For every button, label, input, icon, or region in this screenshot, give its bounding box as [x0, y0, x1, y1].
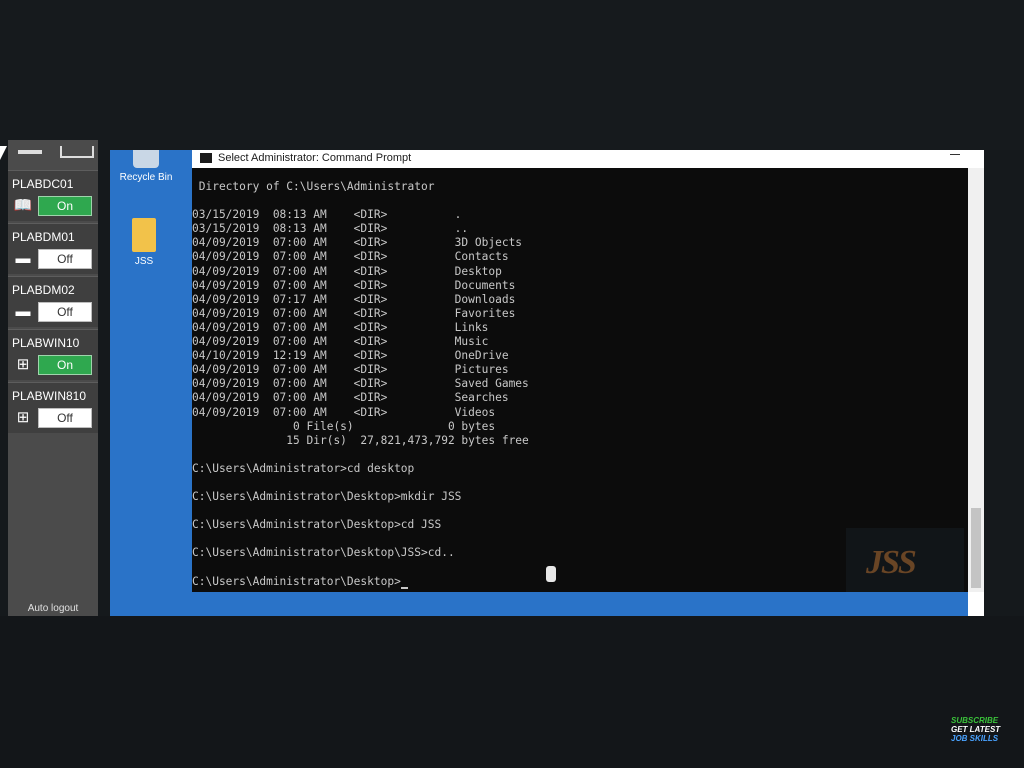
- vm-name: PLABWIN810: [12, 389, 87, 403]
- subscribe-badge[interactable]: SUBSCRIBE GET LATEST JOB SKILLS: [951, 716, 1000, 743]
- power-toggle-button[interactable]: On: [38, 355, 92, 375]
- console-line: 15 Dir(s) 27,821,473,792 bytes free: [192, 433, 529, 447]
- window-edge: [968, 592, 984, 616]
- video-frame-bottom: [0, 616, 1024, 768]
- vm-name: PLABDM02: [12, 283, 75, 297]
- console-line: 04/10/2019 12:19 AM <DIR> OneDrive: [192, 349, 509, 363]
- vm-name: PLABDM01: [12, 230, 75, 244]
- vm-item-plabdm02[interactable]: PLABDM02 ▬ Off: [8, 276, 98, 327]
- minimize-icon[interactable]: [18, 150, 42, 154]
- vm-panel: PLABDC01 📖 On PLABDM01 ▬ Off PLABDM02 ▬ Off PLABW…: [8, 140, 98, 616]
- console-line: Directory of C:\Users\Administrator: [192, 180, 435, 193]
- keyboard-icon[interactable]: [60, 146, 94, 158]
- console-line: 04/09/2019 07:00 AM <DIR> Links: [192, 320, 489, 334]
- folder-icon: [132, 218, 156, 252]
- subscribe-line3: JOB SKILLS: [951, 734, 999, 743]
- hand-cursor-icon: [546, 566, 556, 582]
- vm-name: PLABWIN10: [12, 336, 80, 350]
- console-line: 04/09/2019 07:00 AM <DIR> Contacts: [192, 250, 509, 264]
- scrollbar-thumb[interactable]: [971, 508, 981, 588]
- console-line: 03/15/2019 08:13 AM <DIR> .: [192, 208, 462, 222]
- minimize-icon[interactable]: [950, 154, 960, 155]
- console-line: 04/09/2019 07:17 AM <DIR> Downloads: [192, 292, 516, 306]
- console-line: 04/09/2019 07:00 AM <DIR> Favorites: [192, 306, 516, 320]
- cmd-titlebar[interactable]: Select Administrator: Command Prompt: [192, 150, 984, 168]
- vm-item-plabdm01[interactable]: PLABDM01 ▬ Off: [8, 223, 98, 274]
- recycle-bin-label: Recycle Bin: [119, 172, 173, 183]
- command-prompt-window[interactable]: Select Administrator: Command Prompt Dir…: [192, 150, 984, 616]
- text-cursor: [400, 586, 408, 589]
- jss-folder-shortcut[interactable]: JSS: [124, 218, 164, 267]
- recycle-bin-icon: [133, 150, 159, 168]
- console-line: 04/09/2019 07:00 AM <DIR> Desktop: [192, 264, 502, 278]
- taskbar-strip: [192, 592, 984, 616]
- console-line: 04/09/2019 07:00 AM <DIR> Videos: [192, 405, 496, 419]
- cmd-icon: [200, 153, 212, 163]
- console-line: 04/09/2019 07:00 AM <DIR> Pictures: [192, 363, 509, 377]
- console-line: C:\Users\Administrator\Desktop>mkdir JSS: [192, 490, 462, 504]
- vm-item-plabdc01[interactable]: PLABDC01 📖 On: [8, 170, 98, 221]
- console-line: 04/09/2019 07:00 AM <DIR> Saved Games: [192, 377, 529, 391]
- auto-logout-label[interactable]: Auto logout: [8, 603, 98, 614]
- prompt-text: C:\Users\Administrator\Desktop>: [192, 574, 401, 588]
- console-line: 04/09/2019 07:00 AM <DIR> Searches: [192, 391, 509, 405]
- vm-panel-toolbar: [8, 140, 98, 170]
- windows-icon: ⊞: [16, 356, 30, 373]
- console-line: C:\Users\Administrator>cd desktop: [192, 461, 415, 475]
- console-line: 04/09/2019 07:00 AM <DIR> 3D Objects: [192, 236, 523, 250]
- subscribe-line2: GET LATEST: [951, 725, 1001, 734]
- vm-item-plabwin10[interactable]: PLABWIN10 ⊞ On: [8, 329, 98, 380]
- watermark-logo: JSS: [846, 528, 964, 592]
- subscribe-line1: SUBSCRIBE: [951, 716, 999, 725]
- cmd-scrollbar[interactable]: [968, 168, 984, 592]
- power-toggle-button[interactable]: Off: [38, 249, 92, 269]
- drive-icon: ▬: [15, 303, 31, 320]
- video-frame-top: [0, 0, 1024, 150]
- console-line: 0 File(s) 0 bytes: [192, 419, 496, 433]
- windows-icon: ⊞: [16, 409, 30, 426]
- console-line: 03/15/2019 08:13 AM <DIR> ..: [192, 222, 469, 236]
- power-toggle-button[interactable]: Off: [38, 302, 92, 322]
- cmd-title: Select Administrator: Command Prompt: [218, 152, 412, 164]
- console-line: 04/09/2019 07:00 AM <DIR> Music: [192, 335, 489, 349]
- vm-name: PLABDC01: [12, 177, 74, 191]
- recycle-bin-shortcut[interactable]: Recycle Bin: [116, 150, 176, 183]
- mouse-pointer-icon: [0, 146, 7, 160]
- vm-list: PLABDC01 📖 On PLABDM01 ▬ Off PLABDM02 ▬ Off PLABW…: [8, 170, 98, 433]
- power-toggle-button[interactable]: On: [38, 196, 92, 216]
- console-line: 04/09/2019 07:00 AM <DIR> Documents: [192, 278, 516, 292]
- drive-icon: ▬: [15, 250, 31, 267]
- power-toggle-button[interactable]: Off: [38, 408, 92, 428]
- jss-folder-label: JSS: [134, 256, 154, 267]
- cmd-console[interactable]: Directory of C:\Users\Administrator 03/15…: [192, 168, 968, 592]
- book-icon: 📖: [13, 197, 33, 214]
- vm-item-plabwin810[interactable]: PLABWIN810 ⊞ Off: [8, 382, 98, 433]
- watermark-text: JSS: [866, 544, 917, 581]
